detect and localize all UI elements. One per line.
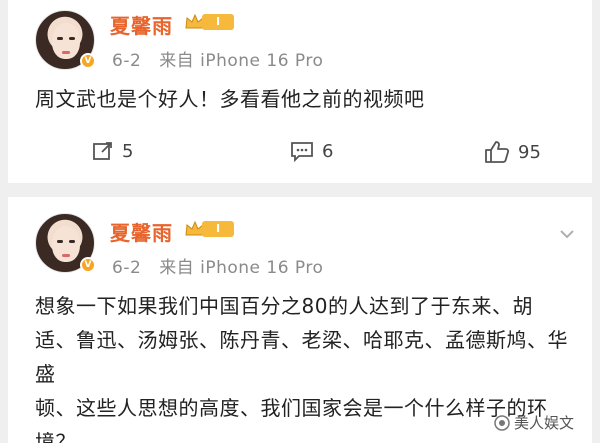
repost-button[interactable]: 5: [92, 140, 133, 162]
post-text-line: 顿、这些人思想的高度、我们国家会是一个什么样子的环: [35, 396, 548, 420]
watermark-logo-icon: [494, 414, 510, 431]
action-bar: 5 6 95: [8, 140, 592, 170]
post-text-line: 想象一下如果我们中国百分之80的人达到了于东来、胡: [35, 294, 533, 318]
comment-icon: [291, 142, 313, 162]
verified-badge-icon: V: [80, 53, 96, 69]
post-text: 想象一下如果我们中国百分之80的人达到了于东来、胡 适、鲁迅、汤姆张、陈丹青、老…: [35, 289, 570, 443]
watermark: 美人娱文: [494, 412, 574, 433]
post-meta: 6-2 来自 iPhone 16 Pro: [112, 46, 323, 71]
comment-count: 6: [322, 140, 334, 162]
thumbs-up-icon: [485, 141, 510, 163]
post-source: 来自 iPhone 16 Pro: [159, 51, 324, 71]
like-button[interactable]: 95: [484, 140, 541, 164]
post-date: 6-2: [112, 51, 142, 71]
like-count: 95: [518, 141, 541, 163]
post-text-line: 境？: [35, 430, 76, 443]
post-date: 6-2: [112, 258, 142, 278]
post-card: V 夏馨雨 I 6-2 来自 iPhone 16 Pro 想象一下如果我们中国百…: [8, 197, 592, 443]
more-icon[interactable]: [556, 223, 578, 245]
vip-badge[interactable]: I: [184, 219, 234, 239]
post-card: V 夏馨雨 I 6-2 来自 iPhone 16 Pro 周文武也是个好人！多看…: [8, 0, 592, 183]
verified-badge-icon: V: [80, 257, 96, 273]
vip-level: I: [202, 14, 234, 30]
vip-level: I: [202, 221, 234, 237]
watermark-text: 美人娱文: [513, 414, 574, 432]
repost-count: 5: [122, 140, 134, 162]
post-text-line: 适、鲁迅、汤姆张、陈丹青、老梁、哈耶克、孟德斯鸠、华盛: [35, 328, 568, 386]
post-meta: 6-2 来自 iPhone 16 Pro: [112, 253, 323, 278]
comment-button[interactable]: 6: [290, 140, 333, 162]
username[interactable]: 夏馨雨: [110, 10, 173, 39]
username[interactable]: 夏馨雨: [110, 217, 173, 246]
post-text: 周文武也是个好人！多看看他之前的视频吧: [35, 87, 425, 111]
repost-icon: [93, 142, 112, 160]
post-source: 来自 iPhone 16 Pro: [159, 258, 324, 278]
vip-badge[interactable]: I: [184, 12, 234, 32]
